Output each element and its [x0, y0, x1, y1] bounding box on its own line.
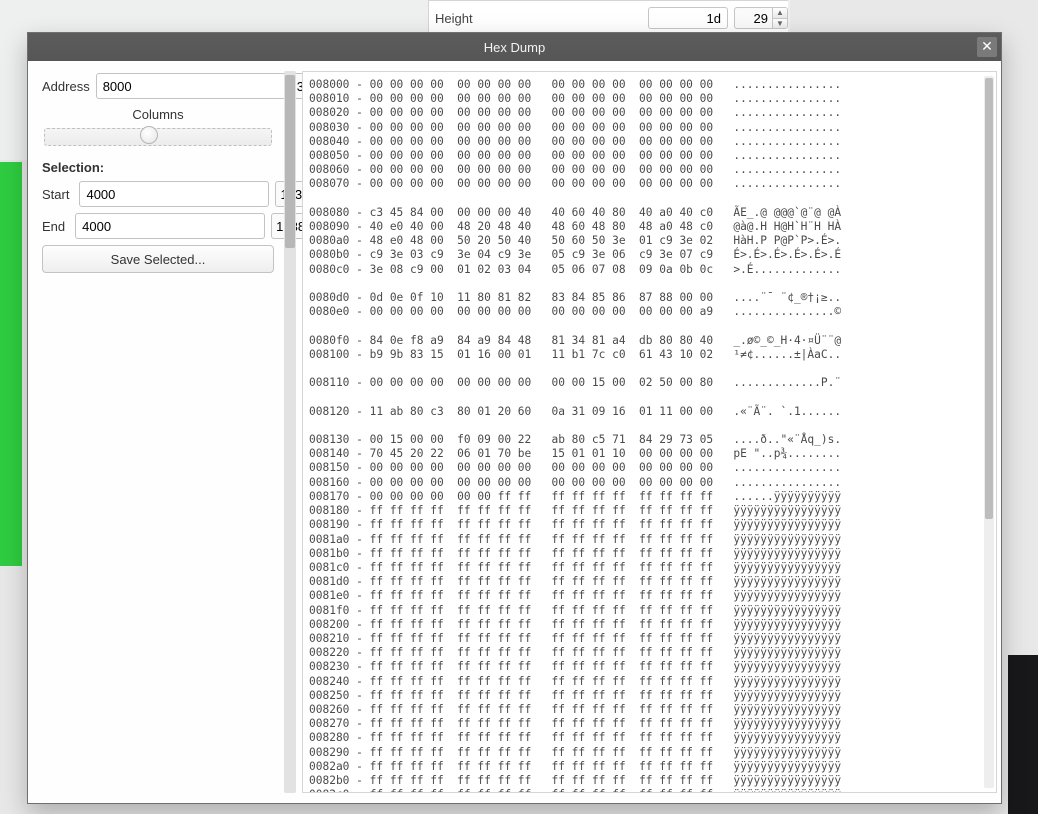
selection-label: Selection: [42, 160, 274, 175]
start-label: Start [42, 187, 73, 202]
end-hex-input[interactable] [75, 213, 265, 239]
background-dark-strip [1008, 655, 1038, 814]
slider-thumb[interactable] [140, 126, 158, 144]
start-hex-input[interactable] [79, 181, 269, 207]
left-panel: Address ▲ ▼ Columns Selection: Start [28, 61, 284, 803]
columns-label: Columns [42, 107, 274, 122]
scrollbar-thumb[interactable] [985, 78, 993, 519]
close-button[interactable]: ✕ [977, 37, 997, 57]
columns-slider[interactable] [44, 128, 272, 146]
spinner-up-icon[interactable]: ▲ [773, 8, 787, 19]
address-hex-input[interactable] [96, 73, 286, 99]
spinner-down-icon[interactable]: ▼ [773, 19, 787, 29]
hex-scrollbar[interactable] [984, 76, 994, 788]
close-icon: ✕ [981, 38, 993, 54]
panel-divider-scrollbar[interactable] [284, 71, 296, 793]
end-label: End [42, 219, 69, 234]
background-green-strip [0, 162, 22, 566]
hex-dump-dialog: Hex Dump ✕ Address ▲ ▼ Columns [27, 32, 1002, 804]
height-hex-input[interactable] [648, 7, 728, 29]
height-label: Height [435, 11, 642, 26]
height-spinner[interactable]: ▲ ▼ [772, 7, 788, 29]
address-label: Address [42, 79, 90, 94]
hex-view[interactable]: 008000 - 00 00 00 00 00 00 00 00 00 00 0… [302, 71, 997, 793]
dialog-title: Hex Dump [484, 40, 545, 55]
dialog-titlebar[interactable]: Hex Dump ✕ [28, 33, 1001, 61]
save-selected-button[interactable]: Save Selected... [42, 245, 274, 273]
height-property-row: Height ▲ ▼ [428, 0, 788, 36]
hex-content: 008000 - 00 00 00 00 00 00 00 00 00 00 0… [303, 72, 996, 793]
scrollbar-thumb[interactable] [285, 75, 295, 248]
height-dec-input[interactable] [734, 7, 772, 29]
